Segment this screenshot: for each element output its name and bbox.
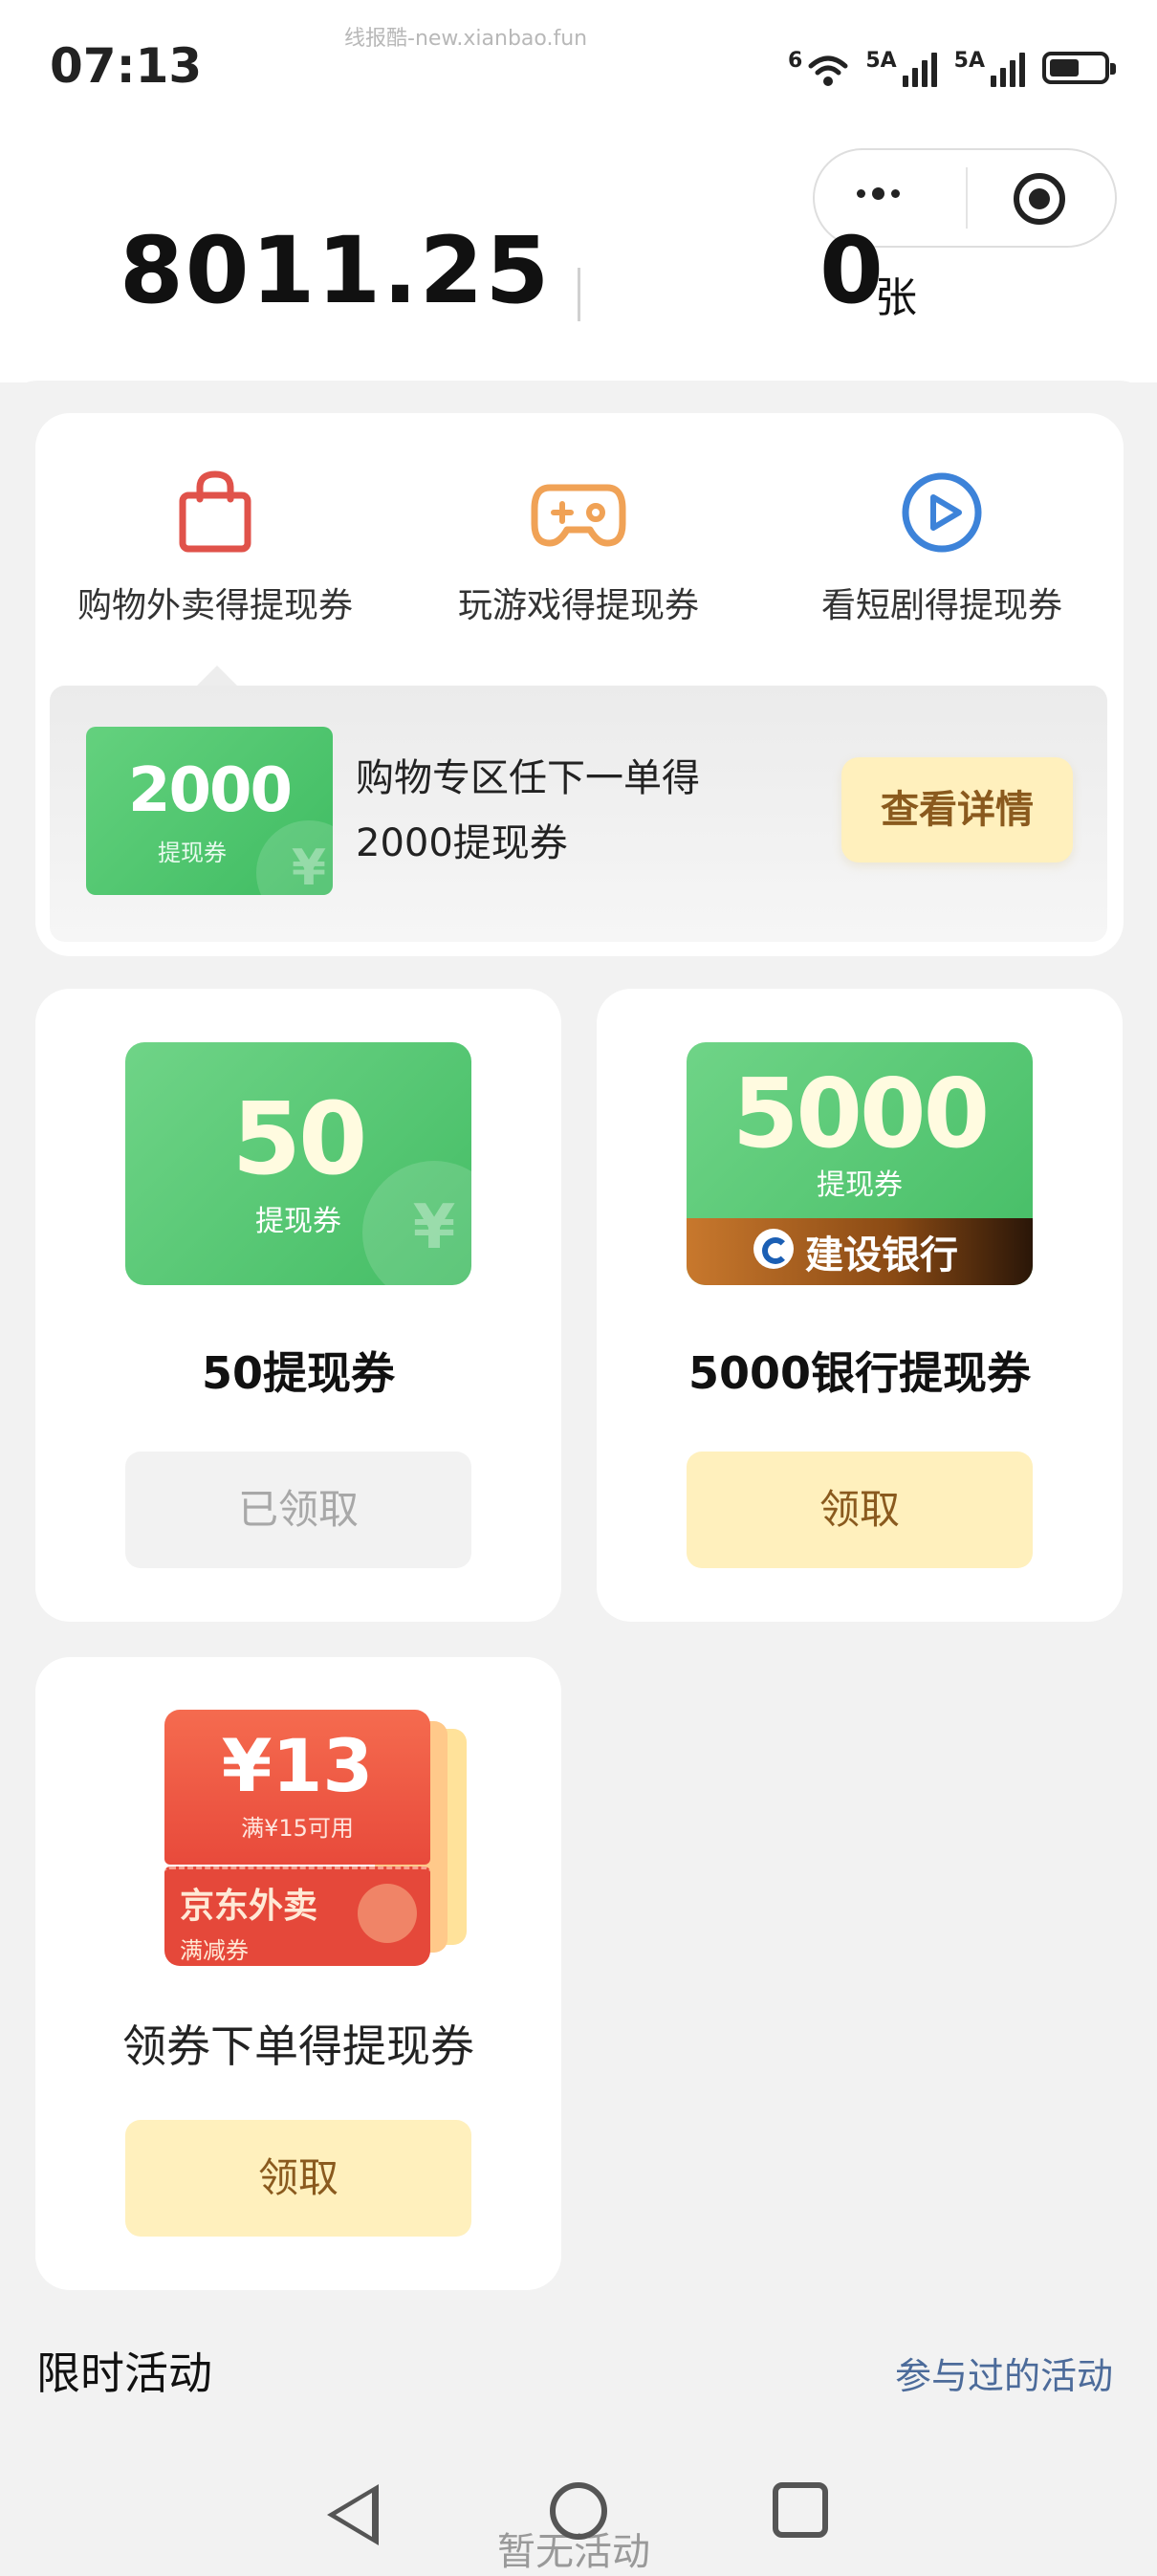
tab-shopping-label: 购物外卖得提现券: [76, 586, 353, 625]
play-circle-icon: [902, 472, 982, 553]
watermark-text: 线报酷-new.xianbao.fun: [344, 27, 588, 51]
signal-icon-2: 5A: [954, 49, 1025, 87]
voucher-unit: 张: [875, 273, 917, 322]
tab-drama[interactable]: 看短剧得提现券: [760, 470, 1124, 627]
nav-recent-icon[interactable]: [773, 2482, 828, 2538]
nav-home-icon[interactable]: [550, 2482, 607, 2540]
view-details-button[interactable]: 查看详情: [841, 757, 1073, 862]
ticket-5000-value: 5000: [731, 1058, 990, 1169]
balance-value: 8011.25: [120, 225, 552, 320]
coupon-value: ¥13: [221, 1723, 374, 1808]
coupon-type: 满减券: [180, 1937, 249, 1964]
promo-text: 购物专区任下一单得2000提现券: [356, 756, 700, 865]
wifi-icon: 6: [788, 49, 848, 87]
battery-icon: [1042, 52, 1116, 84]
jd-coupon-title: 领券下单得提现券: [122, 2020, 474, 2072]
wifi-arcs-icon: [808, 55, 848, 86]
bank-name: 建设银行: [805, 1233, 958, 1277]
capsule-divider: [966, 167, 968, 229]
target-circle-icon[interactable]: [1014, 173, 1065, 225]
voucher-5000-title: 5000银行提现券: [688, 1347, 1032, 1399]
ticket-5000: 5000 提现券 建设银行: [687, 1042, 1033, 1285]
past-activities-link[interactable]: 参与过的活动: [895, 2347, 1113, 2399]
coupon-condition: 满¥15可用: [241, 1815, 354, 1842]
stat-divider: [578, 268, 580, 321]
voucher-count: 0: [819, 225, 884, 320]
promo-ticket: 2000 提现券 ¥: [86, 727, 333, 895]
status-icons: 6 5A 5A: [788, 46, 1116, 90]
more-dots-icon[interactable]: [857, 187, 900, 200]
tab-drama-label: 看短剧得提现券: [820, 586, 1062, 625]
yen-watermark-icon: ¥: [256, 820, 333, 895]
voucher-50-title: 50提现券: [201, 1347, 395, 1399]
ticket-5000-sub: 提现券: [817, 1168, 903, 1202]
limited-activities-title: 限时活动: [36, 2347, 212, 2399]
claim-jd-button[interactable]: 领取: [125, 2120, 471, 2237]
signal-label-2: 5A: [953, 49, 985, 73]
claimed-button[interactable]: 已领取: [125, 1452, 471, 1568]
tab-shopping[interactable]: 购物外卖得提现券: [33, 470, 397, 627]
signal-icon-1: 5A: [865, 49, 937, 87]
coupon-brand: 京东外卖: [180, 1887, 318, 1926]
jd-mascot-icon: [358, 1884, 417, 1943]
gamepad-icon: [531, 484, 626, 547]
tab-games-label: 玩游戏得提现券: [457, 586, 699, 625]
status-time: 07:13: [50, 38, 203, 94]
signal-label-1: 5A: [865, 49, 897, 73]
ccb-logo-icon: [753, 1229, 794, 1269]
claim-5000-button[interactable]: 领取: [687, 1452, 1033, 1568]
active-tab-pointer: [196, 666, 238, 687]
ticket-50: 50 提现券 ¥: [125, 1042, 471, 1285]
tab-games[interactable]: 玩游戏得提现券: [397, 470, 760, 627]
promo-ticket-value: 2000: [127, 755, 293, 826]
shopping-bag-icon: [179, 470, 251, 553]
wifi-label: 6: [788, 49, 803, 73]
nav-back-icon[interactable]: [327, 2484, 379, 2545]
